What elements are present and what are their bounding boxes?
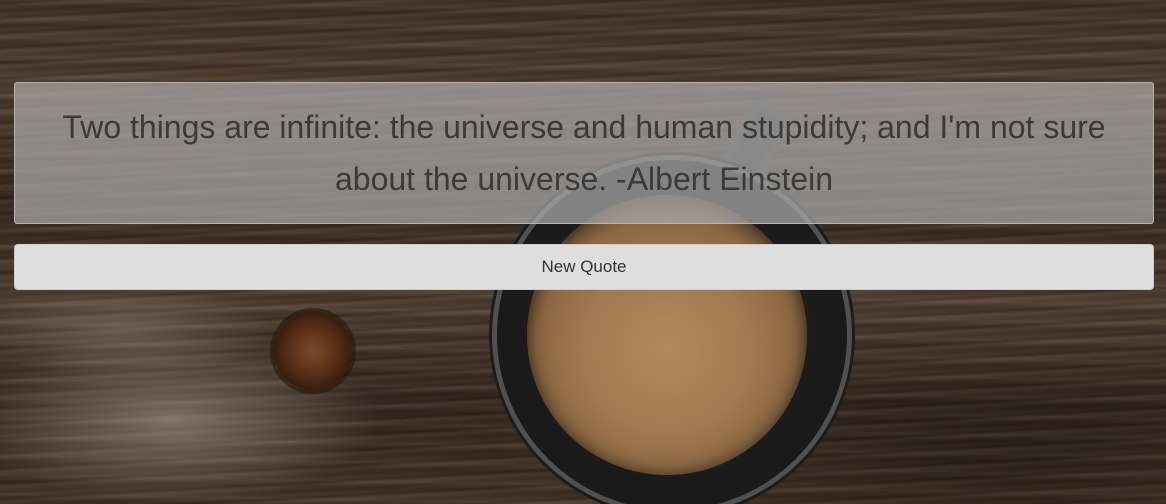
new-quote-button[interactable]: New Quote: [14, 244, 1154, 290]
wood-knot: [274, 312, 352, 390]
quote-text: Two things are infinite: the universe an…: [62, 109, 1106, 197]
coffee-liquid: [527, 195, 807, 475]
quote-panel: Two things are infinite: the universe an…: [14, 82, 1154, 224]
